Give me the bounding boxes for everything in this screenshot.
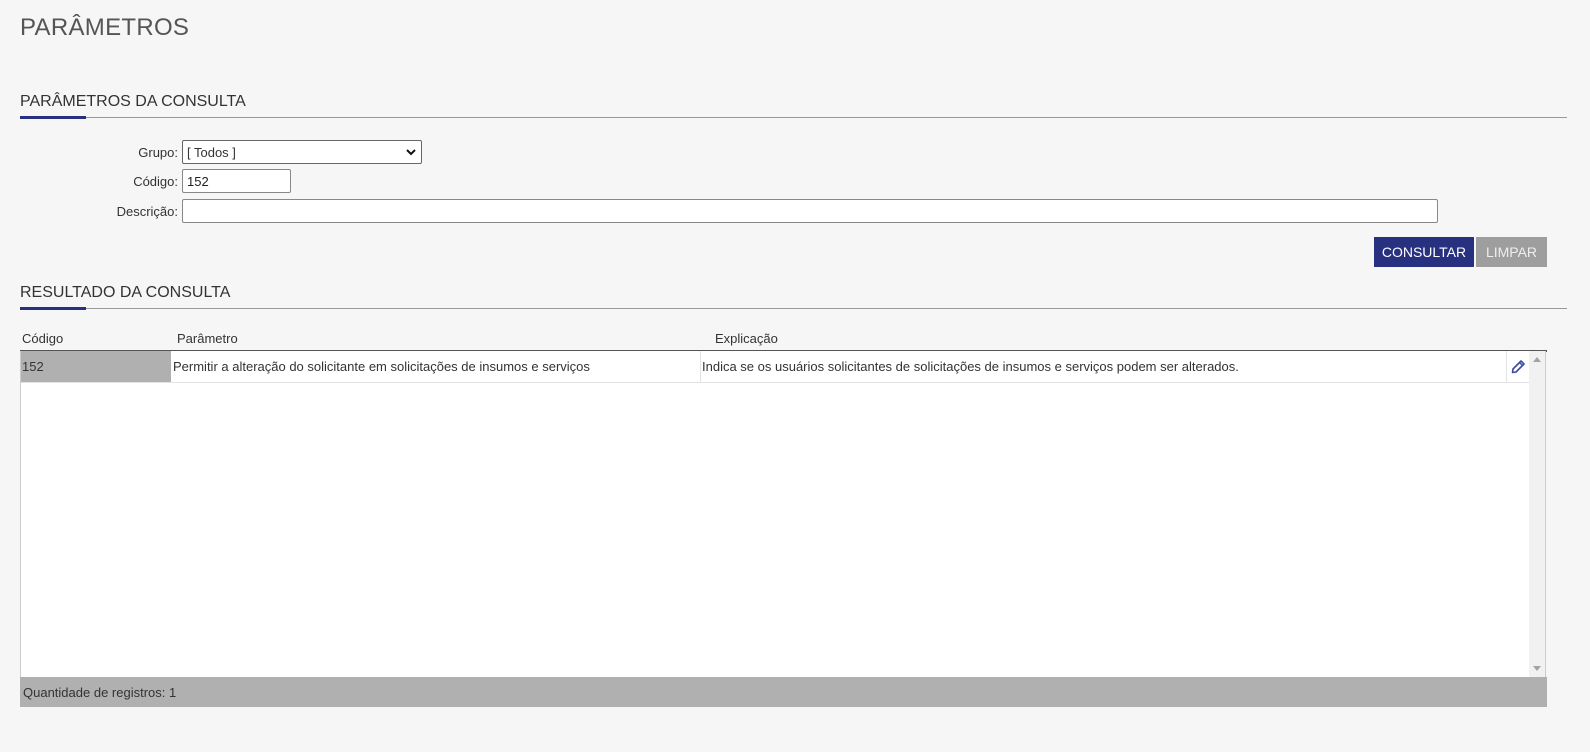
group-select-value: [ Todos ] bbox=[187, 144, 236, 160]
code-input[interactable] bbox=[182, 169, 291, 193]
edit-button[interactable] bbox=[1507, 351, 1529, 382]
clear-button[interactable]: LIMPAR bbox=[1476, 237, 1547, 267]
description-input[interactable] bbox=[182, 199, 1438, 223]
section-divider bbox=[20, 307, 1567, 310]
code-row: Código: bbox=[0, 169, 291, 193]
query-section-title: PARÂMETROS DA CONSULTA bbox=[20, 93, 246, 110]
description-row: Descrição: bbox=[0, 199, 1438, 223]
code-label: Código: bbox=[133, 173, 178, 189]
group-row: Grupo: [ Todos ] bbox=[0, 140, 422, 164]
chevron-down-icon bbox=[406, 149, 416, 156]
grid-header: Código Parâmetro Explicação bbox=[20, 326, 1547, 352]
cell-code: 152 bbox=[21, 351, 171, 382]
column-header-code[interactable]: Código bbox=[22, 331, 63, 346]
page-title: PARÂMETROS bbox=[20, 14, 190, 41]
section-accent-bar bbox=[20, 116, 86, 119]
scroll-down-icon[interactable] bbox=[1533, 666, 1541, 671]
query-section-header: PARÂMETROS DA CONSULTA bbox=[20, 93, 1567, 119]
cell-parameter: Permitir a alteração do solicitante em s… bbox=[172, 351, 701, 382]
result-section-header: RESULTADO DA CONSULTA bbox=[20, 284, 1567, 310]
search-button[interactable]: CONSULTAR bbox=[1374, 237, 1474, 267]
grid-body: 152 Permitir a alteração do solicitante … bbox=[20, 351, 1546, 677]
result-section-title: RESULTADO DA CONSULTA bbox=[20, 284, 231, 301]
section-accent-bar bbox=[20, 307, 86, 310]
group-select[interactable]: [ Todos ] bbox=[182, 140, 422, 164]
group-label: Grupo: bbox=[138, 144, 178, 160]
column-header-explanation[interactable]: Explicação bbox=[715, 331, 778, 346]
description-label: Descrição: bbox=[116, 203, 178, 219]
vertical-scrollbar[interactable] bbox=[1529, 351, 1545, 677]
scroll-up-icon[interactable] bbox=[1533, 357, 1541, 362]
table-row[interactable]: 152 Permitir a alteração do solicitante … bbox=[21, 351, 1529, 383]
column-header-parameter[interactable]: Parâmetro bbox=[177, 331, 238, 346]
grid-footer-record-count: Quantidade de registros: 1 bbox=[20, 677, 1547, 707]
pencil-edit-icon bbox=[1511, 359, 1525, 373]
section-divider bbox=[20, 116, 1567, 119]
cell-explanation: Indica se os usuários solicitantes de so… bbox=[701, 351, 1507, 382]
